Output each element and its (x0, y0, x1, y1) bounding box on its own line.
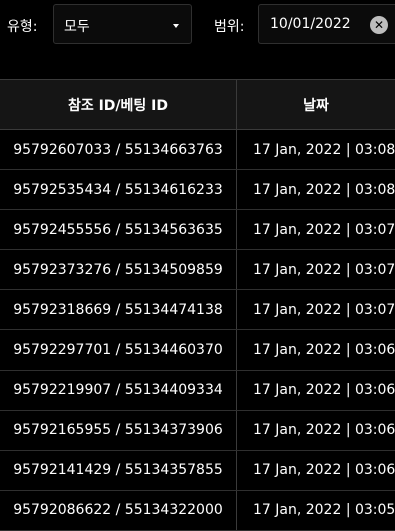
ref-bet-id-cell: 95792607033 / 55134663763 (13, 141, 223, 158)
column-header-date[interactable]: 날짜 (236, 80, 395, 129)
ref-bet-id-cell: 95792141429 / 55134357855 (13, 462, 223, 479)
date-cell: 17 Jan, 2022 | 03:06 (236, 450, 395, 490)
ref-bet-id-cell: 95792373276 / 55134509859 (13, 261, 223, 278)
table-row[interactable]: 95792535434 / 55134616233 17 Jan, 2022 | … (0, 170, 395, 211)
date-range-input[interactable]: 10/01/2022 ✕ (258, 4, 395, 44)
filter-bar: 유형: 모두 범위: 10/01/2022 ✕ (0, 0, 395, 48)
date-cell: 17 Jan, 2022 | 03:05 (236, 490, 395, 530)
ref-bet-id-cell: 95792318669 / 55134474138 (13, 301, 223, 318)
date-cell: 17 Jan, 2022 | 03:06 (236, 370, 395, 410)
ref-bet-id-cell: 95792297701 / 55134460370 (13, 342, 223, 359)
date-cell: 17 Jan, 2022 | 03:08 (236, 130, 395, 170)
clear-icon[interactable]: ✕ (370, 16, 388, 34)
table-row[interactable]: 95792297701 / 55134460370 17 Jan, 2022 | … (0, 330, 395, 371)
table-row[interactable]: 95792219907 / 55134409334 17 Jan, 2022 | … (0, 370, 395, 411)
table-row[interactable]: 95792086622 / 55134322000 17 Jan, 2022 | … (0, 490, 395, 531)
ref-bet-id-cell: 95792535434 / 55134616233 (13, 181, 223, 198)
date-cell: 17 Jan, 2022 | 03:06 (236, 410, 395, 450)
ref-bet-id-cell: 95792219907 / 55134409334 (13, 382, 223, 399)
bet-history-table: 참조 ID/베팅 ID 날짜 95792607033 / 55134663763… (0, 79, 395, 531)
date-cell: 17 Jan, 2022 | 03:07 (236, 250, 395, 290)
table-body: 95792607033 / 55134663763 17 Jan, 2022 | … (0, 130, 395, 531)
date-value: 10/01/2022 (270, 16, 351, 32)
date-cell: 17 Jan, 2022 | 03:06 (236, 330, 395, 370)
table-row[interactable]: 95792318669 / 55134474138 17 Jan, 2022 | … (0, 290, 395, 331)
column-header-ref-id[interactable]: 참조 ID/베팅 ID (0, 80, 236, 129)
table-header: 참조 ID/베팅 ID 날짜 (0, 79, 395, 130)
ref-bet-id-cell: 95792455556 / 55134563635 (13, 221, 223, 238)
type-select-value: 모두 (64, 19, 90, 35)
ref-bet-id-cell: 95792165955 / 55134373906 (13, 422, 223, 439)
caret-down-icon (173, 24, 179, 28)
type-select[interactable]: 모두 (53, 4, 192, 44)
date-cell: 17 Jan, 2022 | 03:07 (236, 290, 395, 330)
type-label: 유형: (7, 19, 38, 35)
date-cell: 17 Jan, 2022 | 03:08 (236, 170, 395, 210)
table-row[interactable]: 95792373276 / 55134509859 17 Jan, 2022 | … (0, 250, 395, 291)
table-row[interactable]: 95792607033 / 55134663763 17 Jan, 2022 | … (0, 130, 395, 171)
range-label: 범위: (214, 19, 245, 35)
table-row[interactable]: 95792455556 / 55134563635 17 Jan, 2022 | … (0, 210, 395, 251)
ref-bet-id-cell: 95792086622 / 55134322000 (13, 502, 223, 519)
table-row[interactable]: 95792165955 / 55134373906 17 Jan, 2022 | … (0, 410, 395, 451)
table-row[interactable]: 95792141429 / 55134357855 17 Jan, 2022 | … (0, 450, 395, 491)
date-cell: 17 Jan, 2022 | 03:07 (236, 210, 395, 250)
